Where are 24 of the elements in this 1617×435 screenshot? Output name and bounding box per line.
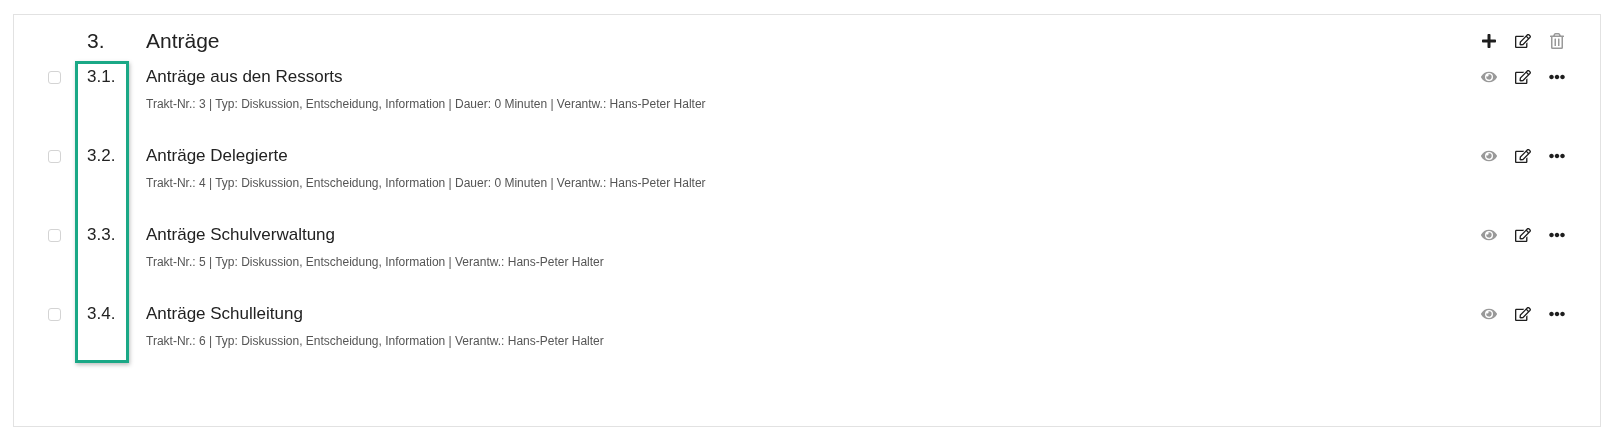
item-number: 3.3.: [87, 225, 117, 245]
edit-icon[interactable]: [1514, 32, 1531, 50]
checkbox[interactable]: [48, 307, 61, 321]
edit-icon[interactable]: [1514, 226, 1531, 244]
item-title: Anträge Delegierte: [146, 146, 289, 166]
item-details: Trakt-Nr.: 3 | Typ: Diskussion, Entscheidung, Information | Dauer: 0 Minuten | Verantw.: Hans-Peter Halter: [146, 96, 707, 113]
item-number: 3.1.: [87, 67, 117, 87]
section-number: 3.: [87, 29, 106, 53]
plus-icon[interactable]: [1480, 32, 1497, 50]
checkbox[interactable]: [48, 149, 61, 163]
checkbox[interactable]: [48, 228, 61, 242]
checkbox[interactable]: [48, 70, 61, 84]
section-title: Anträge: [146, 29, 221, 53]
item-number: 3.2.: [87, 146, 117, 166]
item-number: 3.4.: [87, 304, 117, 324]
item-title: Anträge aus den Ressorts: [146, 67, 344, 87]
item-details: Trakt-Nr.: 4 | Typ: Diskussion, Entscheidung, Information | Dauer: 0 Minuten | Verantw.: Hans-Peter Halter: [146, 175, 707, 192]
item-details: Trakt-Nr.: 5 | Typ: Diskussion, Entscheidung, Information | Verantw.: Hans-Peter Halter: [146, 254, 605, 271]
item-title: Anträge Schulleitung: [146, 304, 304, 324]
item-title: Anträge Schulverwaltung: [146, 225, 336, 245]
edit-icon[interactable]: [1514, 305, 1531, 323]
edit-icon[interactable]: [1514, 147, 1531, 165]
edit-icon[interactable]: [1514, 68, 1531, 86]
item-details: Trakt-Nr.: 6 | Typ: Diskussion, Entscheidung, Information | Verantw.: Hans-Peter Halter: [146, 333, 605, 350]
